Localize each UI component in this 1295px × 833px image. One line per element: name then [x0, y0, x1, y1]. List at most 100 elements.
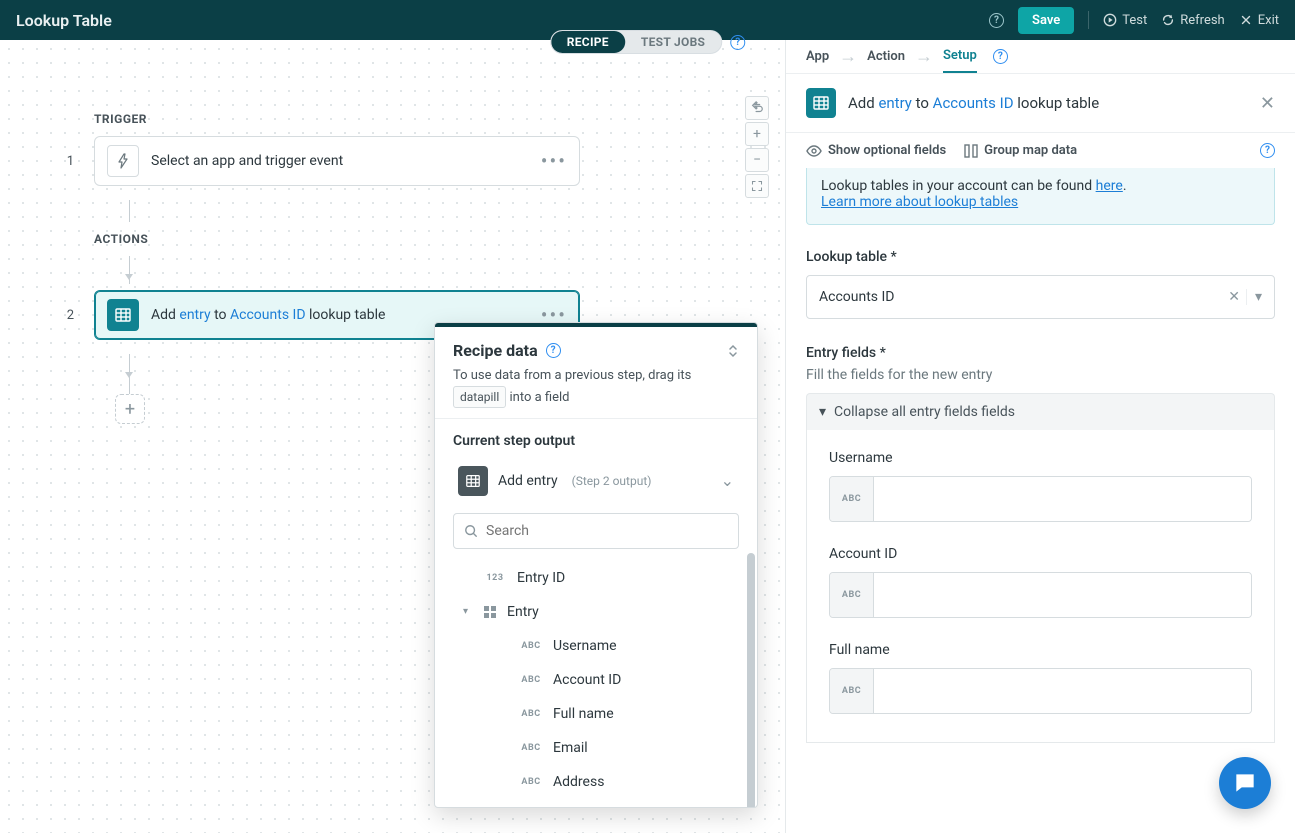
group-map-label: Group map data	[984, 143, 1077, 158]
clear-icon[interactable]: ✕	[1222, 289, 1246, 305]
step-output-name: Add entry	[498, 473, 558, 489]
chevron-down-icon: ▾	[819, 404, 826, 420]
bolt-icon	[107, 145, 139, 177]
group-map-data-button[interactable]: Group map data	[964, 143, 1077, 158]
refresh-label: Refresh	[1180, 13, 1224, 28]
type-badge: ABC	[519, 709, 543, 719]
search-input-wrap	[453, 513, 739, 549]
datapill-item[interactable]: ▾Entry	[449, 595, 743, 629]
datapill-item[interactable]: 123 Entry ID	[449, 561, 743, 595]
datapill-label: Username	[553, 638, 617, 654]
table-icon	[458, 466, 488, 496]
refresh-icon	[1161, 13, 1175, 27]
datapill-label: Account ID	[553, 672, 621, 688]
lookup-table-value: Accounts ID	[819, 289, 895, 305]
test-button[interactable]: Test	[1103, 13, 1147, 28]
fit-button[interactable]	[745, 174, 769, 198]
type-badge: ABC	[519, 641, 543, 651]
chevron-down-icon[interactable]: ▾	[1246, 289, 1262, 305]
field-label: Account ID	[829, 546, 1252, 562]
datapill-item[interactable]: ABCFull name	[449, 697, 743, 731]
trigger-section-label: TRIGGER	[94, 112, 580, 126]
field-input[interactable]	[874, 669, 1251, 713]
zoom-in-button[interactable]: +	[745, 122, 769, 146]
current-step-output-label: Current step output	[453, 433, 739, 449]
datapill-item[interactable]: ABC Email	[449, 731, 743, 765]
show-optional-fields-button[interactable]: Show optional fields	[806, 143, 946, 158]
field-input[interactable]	[874, 477, 1251, 521]
datapill-item[interactable]: ABCAddress	[449, 765, 743, 799]
scrollbar[interactable]	[747, 553, 755, 807]
tab-action[interactable]: Action	[867, 41, 905, 72]
type-badge: ABC	[519, 675, 543, 685]
refresh-button[interactable]: Refresh	[1161, 13, 1224, 28]
page-title: Lookup Table	[16, 11, 112, 30]
tab-recipe[interactable]: RECIPE	[551, 31, 625, 53]
type-badge: ABC	[830, 669, 874, 713]
tab-app[interactable]: App	[806, 41, 829, 72]
search-input[interactable]	[486, 523, 728, 539]
type-badge: 123	[483, 573, 507, 583]
config-panel: App → Action → Setup ? Add entry to Acco…	[785, 40, 1295, 833]
chevron-down-icon: ⌄	[721, 471, 734, 490]
eye-icon	[806, 145, 822, 157]
help-icon[interactable]: ?	[1260, 143, 1275, 158]
arrow-icon: →	[915, 46, 933, 67]
step-label: Select an app and trigger event	[151, 153, 343, 169]
step-label: Add entry to Accounts ID lookup table	[151, 307, 385, 323]
recipe-canvas[interactable]: + − TRIGGER 1 Select an app and trigger …	[0, 40, 785, 833]
search-icon	[464, 524, 478, 538]
view-toggle: RECIPE TEST JOBS	[550, 30, 723, 54]
columns-icon	[964, 144, 978, 158]
help-icon[interactable]: ?	[546, 343, 561, 358]
field-input[interactable]	[874, 573, 1251, 617]
learn-more-link[interactable]: Learn more about lookup tables	[821, 194, 1018, 210]
collapse-label: Collapse all entry fields fields	[834, 404, 1015, 420]
zoom-out-button[interactable]: −	[745, 148, 769, 172]
step-output-sub: (Step 2 output)	[572, 474, 652, 488]
show-optional-label: Show optional fields	[828, 143, 946, 158]
step-number: 1	[60, 154, 74, 169]
collapse-entry-fields-button[interactable]: ▾ Collapse all entry fields fields	[806, 393, 1275, 430]
connector	[129, 200, 130, 222]
chat-icon	[1232, 770, 1258, 796]
chat-button[interactable]	[1219, 757, 1271, 809]
type-badge: ABC	[830, 573, 874, 617]
connector	[129, 256, 130, 284]
close-panel-button[interactable]: ✕	[1260, 93, 1275, 114]
help-icon[interactable]: ?	[989, 13, 1004, 28]
recipe-data-desc: To use data from a previous step, drag i…	[453, 366, 739, 408]
arrow-icon: →	[839, 46, 857, 67]
datapill-label: Entry	[507, 604, 539, 620]
type-badge: ABC	[519, 777, 543, 787]
exit-button[interactable]: Exit	[1239, 13, 1279, 28]
undo-button[interactable]	[745, 96, 769, 120]
datapill-item[interactable]: ABC Account ID	[449, 663, 743, 697]
help-icon[interactable]: ?	[730, 35, 745, 50]
tab-test-jobs[interactable]: TEST JOBS	[625, 31, 721, 53]
datapill-label: Entry ID	[517, 570, 565, 586]
exit-label: Exit	[1258, 13, 1279, 28]
entry-fields-label: Entry fields *	[806, 345, 1275, 361]
add-step-button[interactable]: +	[115, 394, 145, 424]
lookup-table-select[interactable]: Accounts ID ✕ ▾	[806, 275, 1275, 319]
save-button[interactable]: Save	[1018, 7, 1074, 34]
play-icon	[1103, 13, 1117, 27]
here-link[interactable]: here	[1096, 178, 1123, 194]
connector	[129, 354, 130, 394]
step-output-toggle[interactable]: Add entry (Step 2 output) ⌄	[449, 459, 743, 503]
help-icon[interactable]: ?	[993, 49, 1008, 64]
grid-icon	[483, 605, 497, 619]
table-icon	[806, 88, 836, 118]
datapill-label: Email	[553, 740, 588, 756]
trigger-step[interactable]: Select an app and trigger event •••	[94, 136, 580, 186]
info-box: Lookup tables in your account can be fou…	[806, 168, 1275, 225]
type-badge: ABC	[519, 743, 543, 753]
tab-setup[interactable]: Setup	[943, 40, 977, 73]
table-icon	[107, 299, 139, 331]
divider	[1088, 11, 1089, 29]
expand-icon[interactable]	[727, 344, 739, 358]
field-label: Username	[829, 450, 1252, 466]
datapill-item[interactable]: ABC Username	[449, 629, 743, 663]
recipe-data-panel: Recipe data ? To use data from a previou…	[434, 322, 758, 808]
